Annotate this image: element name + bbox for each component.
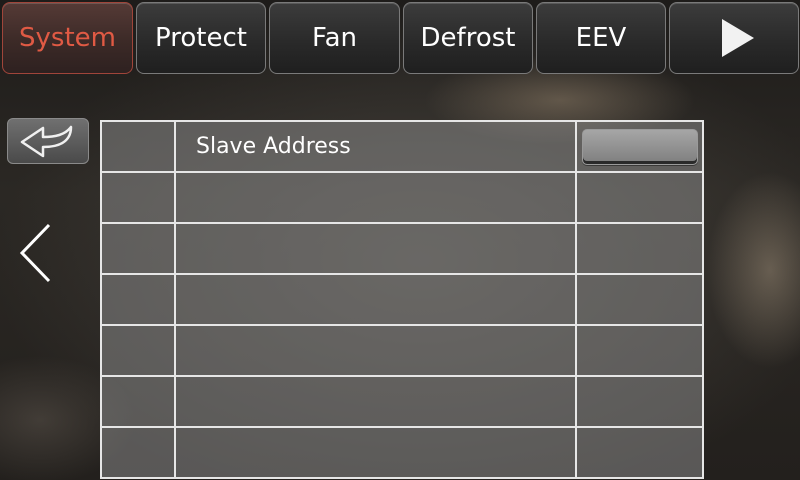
slave-address-value-button[interactable] — [581, 128, 698, 165]
table-row — [100, 324, 704, 377]
table-row — [100, 171, 704, 224]
row-index-cell — [100, 273, 176, 326]
tab-protect[interactable]: Protect — [136, 2, 266, 74]
back-button[interactable] — [7, 118, 89, 164]
table-row — [100, 375, 704, 428]
table-row — [100, 273, 704, 326]
parameter-name-cell — [174, 375, 577, 428]
parameter-value-cell — [575, 273, 704, 326]
parameter-value-cell — [575, 120, 704, 173]
next-tabs-button[interactable] — [669, 2, 799, 74]
parameter-value-cell — [575, 375, 704, 428]
play-icon — [722, 19, 754, 57]
parameter-name-cell — [174, 324, 577, 377]
parameter-table: Slave Address — [100, 120, 704, 479]
parameter-value-cell — [575, 171, 704, 224]
parameter-value-cell — [575, 222, 704, 275]
tab-eev[interactable]: EEV — [536, 2, 666, 74]
parameter-value-cell — [575, 426, 704, 479]
parameter-name-cell — [174, 222, 577, 275]
table-row: Slave Address — [100, 120, 704, 173]
row-index-cell — [100, 171, 176, 224]
row-index-cell — [100, 426, 176, 479]
table-row — [100, 222, 704, 275]
parameter-value-cell — [575, 324, 704, 377]
return-arrow-icon — [20, 125, 73, 158]
tab-fan[interactable]: Fan — [269, 2, 400, 74]
chevron-left-icon — [19, 223, 51, 283]
table-row — [100, 426, 704, 479]
tab-defrost[interactable]: Defrost — [403, 2, 533, 74]
parameter-name-cell: Slave Address — [174, 120, 577, 173]
row-index-cell — [100, 375, 176, 428]
row-index-cell — [100, 120, 176, 173]
parameter-name-cell — [174, 273, 577, 326]
prev-page-button[interactable] — [18, 222, 54, 284]
row-index-cell — [100, 324, 176, 377]
row-index-cell — [100, 222, 176, 275]
parameter-name-cell — [174, 171, 577, 224]
parameter-name-cell — [174, 426, 577, 479]
tab-system[interactable]: System — [2, 2, 133, 74]
